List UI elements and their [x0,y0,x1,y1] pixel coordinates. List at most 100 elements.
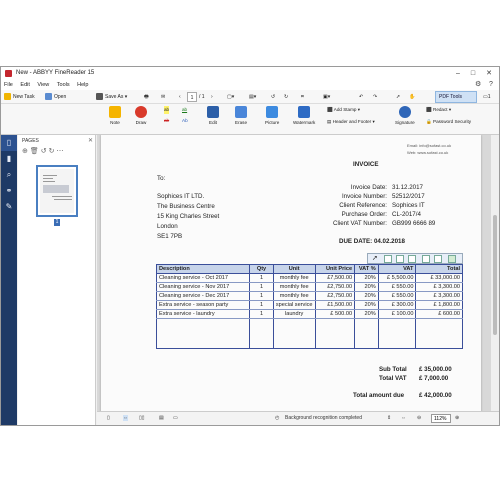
table-cell[interactable]: £ 550.00 [377,282,417,292]
fit-to-width-icon[interactable]: ⇔ [401,415,406,421]
table-cell[interactable]: £2,750.00 [314,291,356,301]
table-delete-icon[interactable] [434,255,442,263]
fit-width-icon[interactable]: ⇔ [123,415,128,421]
rotate-right-icon[interactable]: ↻ [284,92,288,102]
table-cell[interactable]: £ 5,500.00 [377,273,417,283]
page-layout-icon[interactable]: ▤▾ [249,92,256,102]
attachments-nav-icon[interactable]: ⚭ [1,183,17,199]
table-cell[interactable] [249,318,274,349]
close-icon[interactable]: ✕ [482,67,496,80]
document-view[interactable]: Email: info@sofast.co.uk Web: www.sofast… [97,135,491,411]
table-row[interactable]: Cleaning service - Nov 2017 1 monthly fee £… [155,282,463,292]
table-cell[interactable]: £1,500.00 [314,300,356,310]
table-cell[interactable]: laundry [272,309,316,319]
table-cell[interactable] [415,318,463,349]
zoom-out-icon[interactable]: ⊖ [417,415,421,421]
redo-icon[interactable]: ↷ [373,92,377,102]
table-cell[interactable]: monthly fee [272,273,316,283]
select-tool-icon[interactable]: ➚ [396,92,400,102]
menu-edit[interactable]: Edit [17,80,32,90]
table-cell[interactable]: £ 300.00 [377,300,417,310]
table-row[interactable]: Cleaning service - Oct 2017 1 monthly fee £… [155,273,463,283]
menu-view[interactable]: View [34,80,52,90]
picture-tool[interactable]: Picture [265,106,279,125]
comments-button[interactable]: ▭1 [483,92,491,102]
table-cell[interactable]: 1 [249,300,274,310]
add-page-icon[interactable]: ▢▾ [227,92,234,102]
new-task-button[interactable]: New Task [4,92,35,102]
mail-icon[interactable]: ✉ [161,92,165,102]
table-cell[interactable] [155,318,251,349]
text-box-icon[interactable]: Ab [182,117,188,125]
fullscreen-icon[interactable]: ▭ [173,415,178,421]
table-row[interactable]: Cleaning service - Dec 2017 1 monthly fee £… [155,291,463,301]
pdf-tools-button[interactable]: PDF Tools [435,91,477,103]
redact-button[interactable]: ⬛ Redact ▾ [426,106,451,114]
table-cell[interactable]: Cleaning service - Oct 2017 [155,273,251,283]
erase-tool[interactable]: Erase [235,106,247,125]
table-cell[interactable] [354,318,379,349]
scrollbar-thumb[interactable] [493,215,497,335]
underline-icon[interactable]: ab [182,106,187,114]
insert-page-icon[interactable]: ⊕ [22,148,30,155]
zoom-in-icon[interactable]: ⊕ [455,415,459,421]
table-cell[interactable]: 20% [354,300,379,310]
table-cell[interactable]: 20% [354,273,379,283]
table-empty-row[interactable] [155,318,463,349]
header-footer-button[interactable]: ▤ Header and Footer ▾ [327,118,375,126]
table-cell[interactable]: 20% [354,309,379,319]
vertical-scrollbar[interactable] [491,135,499,411]
table-cell[interactable]: monthly fee [272,291,316,301]
table-cell[interactable]: £ 500.00 [314,309,356,319]
delete-page-icon[interactable]: 🗑 [30,148,41,155]
password-security-button[interactable]: 🔒 Password Security [426,118,471,126]
next-page-icon[interactable]: › [211,92,213,102]
signatures-nav-icon[interactable]: ✎ [1,199,17,215]
save-as-button[interactable]: Save As ▾ [96,92,127,102]
note-tool[interactable]: Note [109,106,121,125]
table-cell[interactable]: 1 [249,291,274,301]
table-cell[interactable]: £ 3,300.00 [415,282,463,292]
invoice-table[interactable]: Description Qty Unit Unit Price VAT % VA… [155,264,463,349]
table-insert-column-icon[interactable] [384,255,392,263]
search-nav-icon[interactable]: ⌕ [1,167,17,183]
table-cell[interactable] [272,318,316,349]
add-stamp-button[interactable]: ⬛ Add Stamp ▾ [327,106,360,114]
rotate-page-right-icon[interactable]: ↻ [49,148,57,155]
fit-page-icon[interactable]: ⇕ [387,415,391,421]
table-cell[interactable]: £7,500.00 [314,273,356,283]
table-split-icon[interactable] [422,255,430,263]
strikethrough-icon[interactable]: ab [164,117,169,125]
table-cell[interactable]: £ 3,300.00 [415,291,463,301]
settings-gear-icon[interactable]: ⚙ [472,80,484,90]
rotate-page-left-icon[interactable]: ↺ [41,148,49,155]
pages-nav-icon[interactable]: ▯ [1,135,17,151]
page-number-input[interactable]: 1 [187,92,197,102]
table-cell[interactable]: £ 600.00 [415,309,463,319]
watermark-tool[interactable]: Watermark [293,106,315,125]
continuous-view-icon[interactable]: ▤ [159,415,164,421]
menu-tools[interactable]: Tools [54,80,73,90]
cursor-icon[interactable]: ➚ [372,255,380,263]
table-row[interactable]: Extra service - laundry 1 laundry £ 500.00 2… [155,309,463,319]
more-options-icon[interactable]: ⋯ [57,148,66,155]
menu-help[interactable]: Help [74,80,91,90]
table-cell[interactable]: Cleaning service - Dec 2017 [155,291,251,301]
edit-tool[interactable]: Edit [207,106,219,125]
table-cell[interactable]: 1 [249,309,274,319]
table-cell[interactable]: £2,750.00 [314,282,356,292]
table-cell[interactable]: £ 100.00 [377,309,417,319]
table-insert-row-icon[interactable] [396,255,404,263]
previous-page-icon[interactable]: ‹ [179,92,181,102]
table-cell[interactable]: Extra service - laundry [155,309,251,319]
table-cell[interactable]: 20% [354,291,379,301]
signature-tool[interactable]: Signature [395,106,415,125]
table-cell[interactable]: 1 [249,282,274,292]
hand-tool-icon[interactable]: ✋ [409,92,415,102]
draw-tool[interactable]: Draw [135,106,147,125]
bookmarks-nav-icon[interactable]: ▮ [1,151,17,167]
crop-icon[interactable]: ⌗ [301,92,304,102]
single-page-view-icon[interactable]: ▯ [107,415,110,421]
maximize-icon[interactable]: □ [466,67,480,80]
table-merge-icon[interactable] [408,255,416,263]
